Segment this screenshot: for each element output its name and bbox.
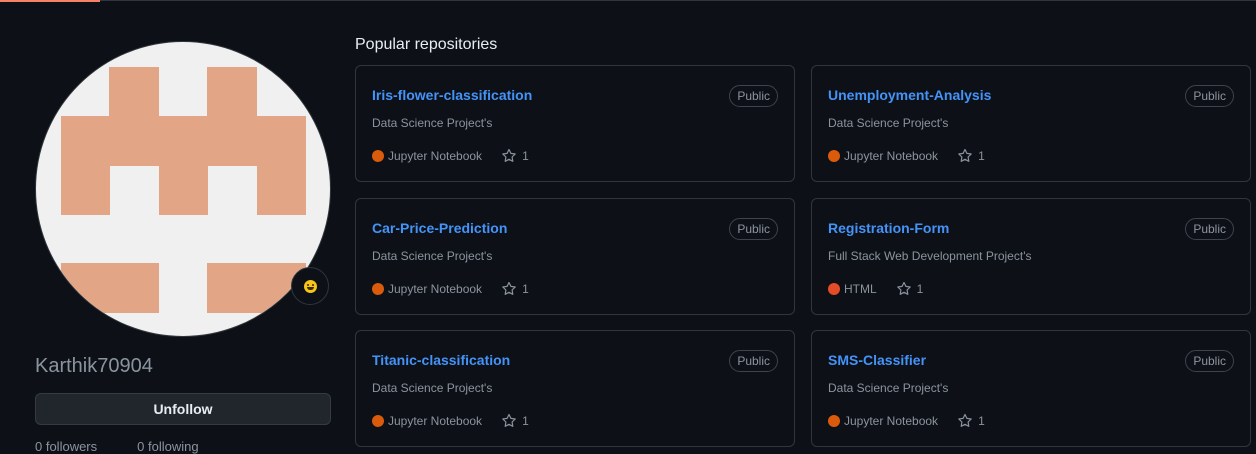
- repo-card: Car-Price-Prediction Public Data Science…: [355, 198, 795, 315]
- repo-meta: Jupyter Notebook 1: [372, 148, 529, 164]
- repo-language: Jupyter Notebook: [388, 282, 483, 296]
- repo-language: Jupyter Notebook: [844, 149, 939, 163]
- repo-link[interactable]: Unemployment-Analysis: [828, 87, 991, 103]
- repo-description: Data Science Project's: [828, 381, 949, 395]
- popular-repos-heading: Popular repositories: [355, 36, 498, 53]
- repo-description: Data Science Project's: [372, 381, 493, 395]
- language-color-dot: [372, 283, 384, 295]
- repo-meta: Jupyter Notebook 1: [828, 148, 985, 164]
- repo-meta: Jupyter Notebook 1: [372, 281, 529, 297]
- profile-username: Karthik70904: [35, 355, 153, 377]
- identicon-block: [159, 165, 208, 215]
- repo-link[interactable]: Car-Price-Prediction: [372, 220, 507, 236]
- repo-link[interactable]: Iris-flower-classification: [372, 87, 532, 103]
- star-count: 1: [916, 282, 924, 296]
- repo-language: Jupyter Notebook: [844, 414, 939, 428]
- star-count: 1: [522, 414, 529, 428]
- visibility-badge: Public: [729, 85, 778, 107]
- repo-card: SMS-Classifier Public Data Science Proje…: [811, 330, 1251, 447]
- repo-description: Data Science Project's: [372, 249, 493, 263]
- following-link[interactable]: 0 following: [137, 439, 198, 454]
- stargazers-link[interactable]: 1: [957, 413, 985, 429]
- star-count: 1: [522, 149, 529, 163]
- identicon-block: [109, 67, 159, 117]
- repo-language: HTML: [844, 282, 877, 296]
- avatar-container: [35, 41, 331, 337]
- stargazers-link[interactable]: 1: [957, 148, 985, 164]
- repo-card: Unemployment-Analysis Public Data Scienc…: [811, 65, 1251, 182]
- repo-card: Iris-flower-classification Public Data S…: [355, 65, 795, 182]
- visibility-badge: Public: [729, 218, 778, 240]
- repo-language: Jupyter Notebook: [388, 149, 483, 163]
- followers-link[interactable]: 0 followers: [35, 439, 97, 454]
- repo-meta: Jupyter Notebook 1: [828, 413, 985, 429]
- star-icon: [896, 281, 911, 295]
- identicon-block: [257, 165, 306, 215]
- repo-link[interactable]: Titanic-classification: [372, 352, 510, 368]
- language-color-dot: [828, 415, 840, 427]
- header-divider: [0, 0, 1256, 1]
- identicon-block: [207, 67, 257, 117]
- identicon-block: [61, 263, 159, 313]
- visibility-badge: Public: [729, 350, 778, 372]
- repo-card: Titanic-classification Public Data Scien…: [355, 330, 795, 447]
- language-color-dot: [828, 283, 840, 295]
- star-count: 1: [522, 282, 529, 296]
- identicon-block: [61, 116, 306, 166]
- star-count: 1: [978, 149, 985, 163]
- stargazers-link[interactable]: 1: [501, 413, 529, 429]
- repo-language: Jupyter Notebook: [388, 414, 483, 428]
- repo-description: Data Science Project's: [828, 116, 949, 130]
- unfollow-button[interactable]: Unfollow: [35, 393, 331, 425]
- visibility-badge: Public: [1185, 85, 1234, 107]
- repo-card: Registration-Form Public Full Stack Web …: [811, 198, 1251, 315]
- star-icon: [958, 413, 972, 427]
- language-color-dot: [372, 415, 384, 427]
- stargazers-link[interactable]: 1: [896, 281, 924, 297]
- active-tab-underline: [0, 0, 100, 2]
- avatar[interactable]: [35, 41, 331, 337]
- visibility-badge: Public: [1185, 350, 1234, 372]
- repo-description: Full Stack Web Development Project's: [828, 249, 1032, 263]
- repo-meta: HTML 1: [828, 281, 923, 297]
- star-icon: [502, 281, 516, 295]
- set-status-button[interactable]: [291, 267, 329, 305]
- stargazers-link[interactable]: 1: [501, 148, 529, 164]
- repo-link[interactable]: Registration-Form: [828, 220, 949, 236]
- language-color-dot: [372, 150, 384, 162]
- smiley-icon: [303, 279, 317, 293]
- follow-stats: 0 followers 0 following: [35, 439, 199, 454]
- star-icon: [502, 148, 516, 162]
- star-count: 1: [978, 414, 985, 428]
- repo-meta: Jupyter Notebook 1: [372, 413, 529, 429]
- visibility-badge: Public: [1185, 218, 1234, 240]
- repo-description: Data Science Project's: [372, 116, 493, 130]
- repo-link[interactable]: SMS-Classifier: [828, 352, 926, 368]
- identicon-block: [61, 165, 110, 215]
- star-icon: [502, 413, 516, 427]
- language-color-dot: [828, 150, 840, 162]
- stargazers-link[interactable]: 1: [501, 281, 529, 297]
- star-icon: [958, 148, 972, 162]
